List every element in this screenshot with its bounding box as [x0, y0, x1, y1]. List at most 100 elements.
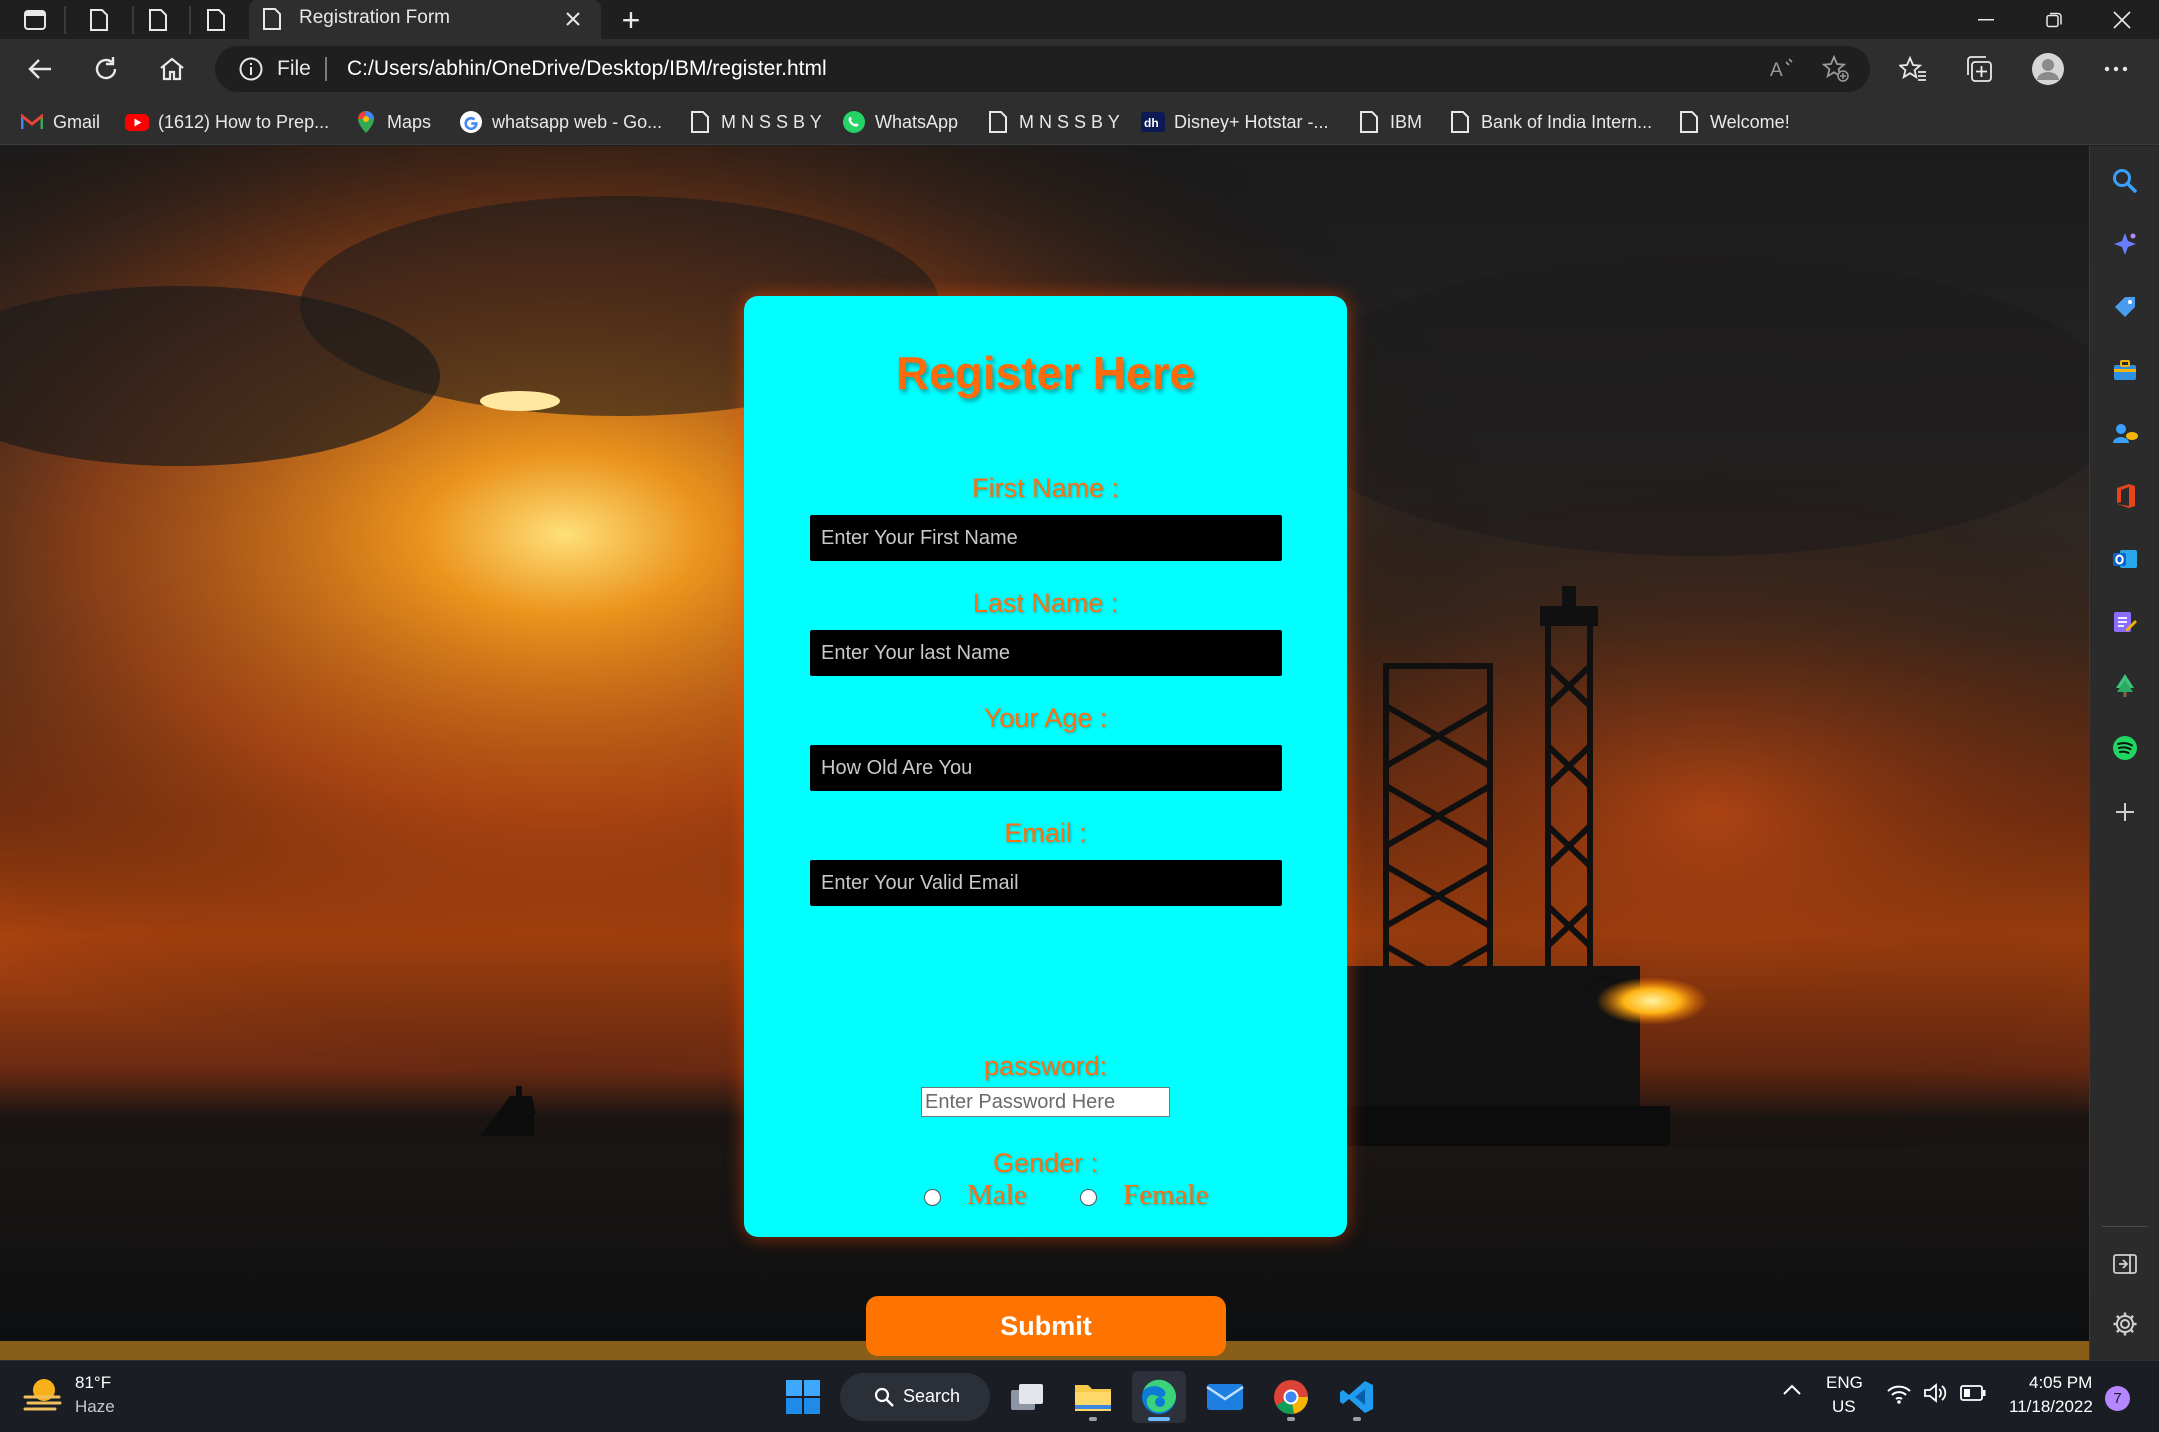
sidebar-settings-gear-icon[interactable] [2107, 1306, 2143, 1342]
pinned-tab-page-icon[interactable] [199, 3, 233, 37]
password-input[interactable] [921, 1087, 1170, 1117]
minimize-button[interactable] [1952, 0, 2020, 39]
weather-condition[interactable]: Haze [75, 1397, 115, 1417]
page-viewport: Register Here First Name : Last Name : Y… [0, 146, 2089, 1360]
search-icon [874, 1387, 894, 1407]
bookmark-label: WhatsApp [875, 111, 959, 132]
first-name-input[interactable] [810, 515, 1282, 561]
favorites-button[interactable] [1891, 47, 1935, 91]
wifi-icon[interactable] [1886, 1383, 1912, 1410]
restore-button[interactable] [2020, 0, 2088, 39]
bookmark-welcome[interactable]: Welcome! [1677, 107, 1790, 137]
taskbar-search-box[interactable]: Search [840, 1373, 990, 1421]
outlook-icon[interactable] [2107, 541, 2143, 577]
copilot-sparkle-icon[interactable] [2107, 226, 2143, 262]
password-label: password: [983, 1051, 1108, 1081]
bookmark-gmail[interactable]: Gmail [20, 107, 100, 137]
pinned-tab-page-icon[interactable] [141, 3, 175, 37]
bookmark-mnssby[interactable]: M N S S B Y [688, 107, 822, 137]
registration-form-card: Register Here First Name : Last Name : Y… [744, 296, 1347, 1356]
edge-browser-button[interactable] [1132, 1371, 1186, 1423]
gender-male-radio[interactable] [924, 1189, 941, 1206]
search-icon[interactable] [2107, 163, 2143, 199]
youtube-icon [125, 110, 149, 134]
battery-icon[interactable] [1960, 1385, 1986, 1406]
active-indicator [1148, 1417, 1170, 1421]
tree-app-icon[interactable] [2107, 667, 2143, 703]
clock-time[interactable]: 4:05 PM [2029, 1373, 2092, 1393]
settings-more-button[interactable] [2094, 47, 2138, 91]
pinned-tab-page-icon[interactable] [82, 3, 116, 37]
gender-label: Gender : [992, 1148, 1099, 1178]
google-icon [459, 110, 483, 134]
tab-separator [189, 6, 191, 34]
email-input[interactable] [810, 860, 1282, 906]
bookmark-maps[interactable]: Maps [354, 107, 431, 137]
new-tab-button[interactable]: + [614, 3, 648, 37]
close-tab-icon[interactable] [557, 3, 589, 35]
add-sidebar-app-icon[interactable] [2107, 794, 2143, 830]
address-bar[interactable]: File C:/Users/abhin/OneDrive/Desktop/IBM… [215, 46, 1870, 92]
bookmark-label: Maps [387, 111, 432, 132]
add-favorite-icon[interactable] [1820, 53, 1852, 85]
tools-briefcase-icon[interactable] [2107, 352, 2143, 388]
show-hidden-icons-chevron-icon[interactable] [1782, 1383, 1802, 1401]
bookmark-mnssby-2[interactable]: M N S S B Y [986, 107, 1120, 137]
gender-male-label[interactable]: Male [967, 1179, 1027, 1212]
home-button[interactable] [150, 47, 194, 91]
chrome-button[interactable] [1264, 1371, 1318, 1423]
drop-notes-icon[interactable] [2107, 604, 2143, 640]
vscode-button[interactable] [1330, 1371, 1384, 1423]
age-input[interactable] [810, 745, 1282, 791]
games-icon[interactable] [2107, 415, 2143, 451]
page-icon [688, 110, 712, 134]
language-indicator[interactable]: ENG [1826, 1373, 1863, 1393]
weather-temperature[interactable]: 81°F [75, 1373, 111, 1393]
page-icon [1357, 110, 1381, 134]
site-info-icon[interactable] [239, 57, 263, 86]
bookmark-label: M N S S B Y [1019, 111, 1120, 132]
clock-date[interactable]: 11/18/2022 [2009, 1397, 2093, 1417]
hotstar-icon: dh [1141, 110, 1165, 134]
gender-female-label[interactable]: Female [1123, 1179, 1208, 1212]
task-view-button[interactable] [1000, 1371, 1054, 1423]
submit-button[interactable]: Submit [866, 1296, 1226, 1356]
gender-female-radio[interactable] [1080, 1189, 1097, 1206]
close-window-button[interactable] [2088, 0, 2156, 39]
tab-registration-form[interactable]: Registration Form [249, 0, 601, 39]
start-button[interactable] [776, 1371, 830, 1423]
bookmark-whatsapp[interactable]: WhatsApp [842, 107, 958, 137]
svg-text:A: A [1770, 60, 1783, 80]
bookmark-youtube[interactable]: (1612) How to Prep... [125, 107, 329, 137]
mail-button[interactable] [1198, 1371, 1252, 1423]
file-explorer-button[interactable] [1066, 1371, 1120, 1423]
bookmark-ibm[interactable]: IBM [1357, 107, 1422, 137]
refresh-button[interactable] [84, 47, 128, 91]
profile-avatar[interactable] [2026, 47, 2070, 91]
url-text[interactable]: C:/Users/abhin/OneDrive/Desktop/IBM/regi… [347, 57, 827, 81]
collections-button[interactable] [1957, 47, 2001, 91]
weather-haze-icon[interactable] [22, 1375, 64, 1420]
shopping-tag-icon[interactable] [2107, 289, 2143, 325]
navigation-toolbar: File C:/Users/abhin/OneDrive/Desktop/IBM… [0, 39, 2159, 99]
url-divider [325, 57, 327, 81]
bookmark-label: Disney+ Hotstar -... [1174, 111, 1329, 132]
bookmark-hotstar[interactable]: dh Disney+ Hotstar -... [1141, 107, 1329, 137]
bookmark-label: Gmail [53, 111, 101, 132]
back-button[interactable] [18, 47, 62, 91]
volume-icon[interactable] [1923, 1382, 1947, 1409]
maps-icon [354, 110, 378, 134]
bookmark-bank-of-india[interactable]: Bank of India Intern... [1448, 107, 1652, 137]
office-icon[interactable] [2107, 478, 2143, 514]
spotify-icon[interactable] [2107, 730, 2143, 766]
language-region[interactable]: US [1832, 1397, 1856, 1417]
hide-sidebar-icon[interactable] [2107, 1246, 2143, 1282]
bookmark-whatsapp-web-search[interactable]: whatsapp web - Go... [459, 107, 662, 137]
read-aloud-icon[interactable]: A [1766, 53, 1798, 85]
bookmark-label: Bank of India Intern... [1481, 111, 1653, 132]
age-label: Your Age : [983, 703, 1108, 733]
tab-actions-icon[interactable] [18, 3, 52, 37]
last-name-input[interactable] [810, 630, 1282, 676]
notification-badge[interactable]: 7 [2105, 1386, 2130, 1411]
running-indicator [1089, 1417, 1097, 1421]
